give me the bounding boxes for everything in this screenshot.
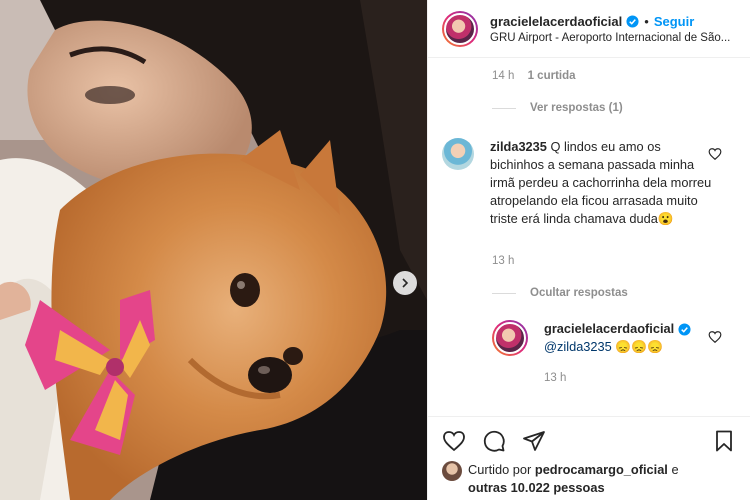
view-replies-button[interactable]: Ver respostas (1) xyxy=(492,102,623,114)
like-reply-heart-icon[interactable] xyxy=(708,330,722,344)
verified-badge-icon xyxy=(626,14,639,28)
share-icon[interactable] xyxy=(522,429,546,453)
reply-username[interactable]: gracielelacerdaoficial xyxy=(544,320,674,338)
like-comment-heart-icon[interactable] xyxy=(708,147,722,161)
next-image-button[interactable] xyxy=(393,271,417,295)
separator-dot: • xyxy=(644,13,649,29)
commenter-username[interactable]: zilda3235 xyxy=(490,139,547,154)
view-replies-label: Ver respostas (1) xyxy=(530,102,623,114)
reply-emojis: 😞😞😞 xyxy=(615,339,664,354)
comment-item: zilda3235 Q lindos eu amo os bichinhos a… xyxy=(442,138,715,228)
post-image xyxy=(0,0,427,500)
post-header: gracielelacerdaoficial • Seguir GRU Airp… xyxy=(428,0,750,58)
hide-replies-button[interactable]: Ocultar respostas xyxy=(492,287,628,299)
post-photo xyxy=(0,0,427,500)
comments-list[interactable]: 14 h 1 curtida Ver respostas (1) zilda32… xyxy=(428,58,750,416)
comment-icon[interactable] xyxy=(482,429,506,453)
liked-and: e xyxy=(671,462,679,477)
reply-mention[interactable]: @zilda3235 xyxy=(544,339,612,354)
post-actions: Curtido por pedrocamargo_oficial e outra… xyxy=(428,416,750,500)
prev-comment-meta: 14 h 1 curtida xyxy=(492,70,576,82)
post-location[interactable]: GRU Airport - Aeroporto Internacional de… xyxy=(490,32,730,44)
author-avatar[interactable] xyxy=(442,10,478,47)
hide-replies-label: Ocultar respostas xyxy=(530,287,628,299)
liked-prefix: Curtido por xyxy=(468,462,532,477)
reply-avatar[interactable] xyxy=(492,320,528,356)
heart-icon[interactable] xyxy=(442,429,466,453)
post-modal: gracielelacerdaoficial • Seguir GRU Airp… xyxy=(0,0,750,500)
author-username[interactable]: gracielelacerdaoficial xyxy=(490,14,622,29)
comment-time: 13 h xyxy=(492,255,515,267)
commenter-avatar[interactable] xyxy=(442,138,474,170)
liked-by: Curtido por pedrocamargo_oficial e outra… xyxy=(442,461,679,497)
reply-item: gracielelacerdaoficial @zilda3235 😞😞😞 xyxy=(492,320,714,356)
liked-user[interactable]: pedrocamargo_oficial xyxy=(535,462,668,477)
prev-comment-likes[interactable]: 1 curtida xyxy=(528,70,576,82)
follow-button[interactable]: Seguir xyxy=(654,14,694,29)
verified-badge-icon xyxy=(678,322,691,336)
save-icon[interactable] xyxy=(712,429,736,453)
liked-by-avatar[interactable] xyxy=(442,461,462,481)
post-side-panel: gracielelacerdaoficial • Seguir GRU Airp… xyxy=(427,0,750,500)
chevron-right-icon xyxy=(402,278,409,288)
reply-time: 13 h xyxy=(544,372,567,384)
prev-comment-time: 14 h xyxy=(492,70,515,82)
liked-others[interactable]: outras 10.022 pessoas xyxy=(468,480,605,495)
